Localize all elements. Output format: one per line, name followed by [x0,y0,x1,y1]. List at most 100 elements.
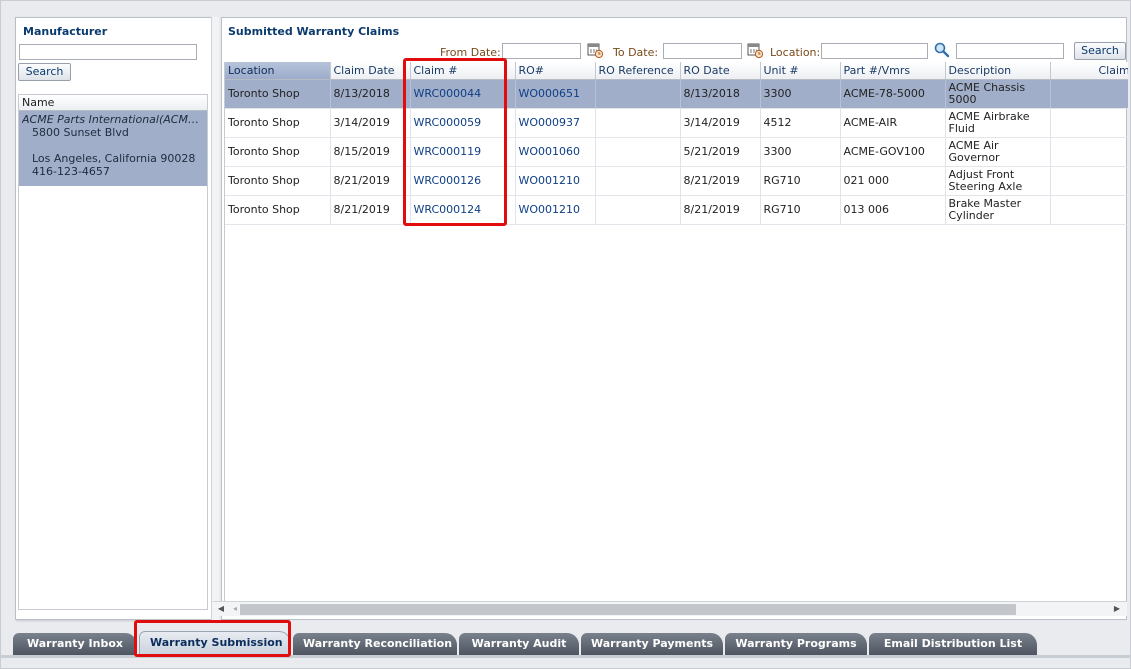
cell-description: ACME Airbrake Fluid [945,108,1051,138]
cell-ro-reference [595,195,681,225]
cell-claim-number: WRC000126 [410,166,516,196]
cell-ro-date: 8/21/2019 [680,195,761,225]
cell-claim-date: 8/21/2019 [330,195,411,225]
table-header-row: Location Claim Date Claim # RO# RO Refer… [225,62,1128,80]
column-header-ro-number[interactable]: RO# [515,62,596,80]
location-input[interactable] [821,43,928,59]
manufacturer-address2 [22,139,204,152]
to-date-label: To Date: [613,46,659,59]
manufacturer-name: ACME Parts International(ACME Par... [22,113,204,126]
tab-email-distribution-list[interactable]: Email Distribution List [869,633,1037,655]
cell-claim-amount [1050,195,1128,225]
table-row[interactable]: Toronto Shop 8/21/2019 WRC000126 WO001210 8/… [225,166,1128,196]
scrollbar-thumb[interactable] [240,604,1016,615]
cell-unit: RG710 [760,195,841,225]
module-tabs: Warranty Inbox Warranty Submission Warra… [7,631,1127,655]
table-row[interactable]: Toronto Shop 8/21/2019 WRC000124 WO001210 8/… [225,195,1128,225]
cell-ro-date: 8/21/2019 [680,166,761,196]
column-header-claim-number[interactable]: Claim # [410,62,516,80]
column-header-part[interactable]: Part #/Vmrs [840,62,946,80]
from-date-input[interactable] [502,43,581,59]
column-header-location[interactable]: Location [225,62,331,80]
cell-claim-amount: 8 [1050,79,1128,109]
ro-number-link[interactable]: WO000651 [519,87,581,100]
ro-number-link[interactable]: WO000937 [519,116,581,129]
calendar-icon[interactable] [746,41,764,59]
cell-ro-reference [595,79,681,109]
tab-warranty-inbox[interactable]: Warranty Inbox [13,633,137,655]
manufacturer-search-button[interactable]: Search [18,63,71,81]
claims-search-button[interactable]: Search [1074,42,1126,60]
table-row[interactable]: Toronto Shop 3/14/2019 WRC000059 WO000937 3/… [225,108,1128,138]
scroll-right-icon[interactable]: ▶ [1111,603,1123,615]
location-label: Location: [770,46,821,59]
claim-number-link[interactable]: WRC000119 [414,145,482,158]
splitter[interactable] [211,17,219,620]
claim-number-link[interactable]: WRC000124 [414,203,482,216]
manufacturer-phone: 416-123-4657 [32,165,110,178]
ro-number-link[interactable]: WO001210 [519,203,581,216]
cell-ro-reference [595,108,681,138]
calendar-icon[interactable] [586,41,604,59]
cell-part: 013 006 [840,195,946,225]
column-header-claim-amount[interactable]: Claim Am [1050,62,1128,80]
column-header-claim-date[interactable]: Claim Date [330,62,411,80]
search-icon[interactable] [933,41,951,59]
cell-location: Toronto Shop [225,195,331,225]
cell-claim-date: 3/14/2019 [330,108,411,138]
scroll-left-icon[interactable]: ◀ [215,603,227,615]
claim-number-link[interactable]: WRC000044 [414,87,482,100]
table-row[interactable]: Toronto Shop 8/15/2019 WRC000119 WO001060 5/… [225,137,1128,167]
tab-warranty-programs[interactable]: Warranty Programs [725,633,867,655]
cell-description: Adjust Front Steering Axle [945,166,1051,196]
ro-number-link[interactable]: WO001210 [519,174,581,187]
ro-number-link[interactable]: WO001060 [519,145,581,158]
manufacturer-list: Name ACME Parts International(ACME Par..… [18,94,208,610]
horizontal-scrollbar[interactable]: ◀ ◂ ▶ [213,601,1127,616]
cell-location: Toronto Shop [225,108,331,138]
cell-claim-amount: 4 [1050,137,1128,167]
cell-part: ACME-78-5000 [840,79,946,109]
cell-part: ACME-AIR [840,108,946,138]
manufacturer-search-input[interactable] [19,44,197,60]
manufacturer-panel: Manufacturer Search Name ACME Parts Inte… [15,17,212,620]
manufacturer-list-header[interactable]: Name [19,95,207,111]
claim-number-link[interactable]: WRC000126 [414,174,482,187]
column-header-ro-reference[interactable]: RO Reference [595,62,681,80]
cell-ro-date: 3/14/2019 [680,108,761,138]
claims-search-input[interactable] [956,43,1064,59]
manufacturer-city: Los Angeles, California 90028 [32,152,196,165]
manufacturer-list-item[interactable]: ACME Parts International(ACME Par... 580… [19,111,207,186]
cell-ro-reference [595,137,681,167]
cell-claim-date: 8/21/2019 [330,166,411,196]
cell-ro-date: 5/21/2019 [680,137,761,167]
cell-description: ACME Chassis 5000 [945,79,1051,109]
cell-claim-number: WRC000124 [410,195,516,225]
to-date-input[interactable] [663,43,742,59]
tab-strip-border [1,655,1131,658]
cell-claim-number: WRC000044 [410,79,516,109]
tab-warranty-audit[interactable]: Warranty Audit [459,633,579,655]
tab-warranty-reconciliation[interactable]: Warranty Reconciliation [293,633,457,655]
cell-description: ACME Air Governor [945,137,1051,167]
column-header-description[interactable]: Description [945,62,1051,80]
claim-number-link[interactable]: WRC000059 [414,116,482,129]
cell-unit: RG710 [760,166,841,196]
claims-title: Submitted Warranty Claims [228,25,400,38]
cell-claim-date: 8/15/2019 [330,137,411,167]
cell-location: Toronto Shop [225,79,331,109]
cell-claim-amount [1050,166,1128,196]
table-row[interactable]: Toronto Shop 8/13/2018 WRC000044 WO000651 8/… [225,79,1128,109]
cell-ro-date: 8/13/2018 [680,79,761,109]
cell-location: Toronto Shop [225,137,331,167]
tab-warranty-payments[interactable]: Warranty Payments [581,633,723,655]
column-header-ro-date[interactable]: RO Date [680,62,761,80]
cell-part: ACME-GOV100 [840,137,946,167]
column-header-unit[interactable]: Unit # [760,62,841,80]
cell-part: 021 000 [840,166,946,196]
cell-ro-number: WO000937 [515,108,596,138]
cell-unit: 3300 [760,137,841,167]
tab-warranty-submission[interactable]: Warranty Submission [139,631,291,655]
cell-unit: 3300 [760,79,841,109]
cell-ro-number: WO000651 [515,79,596,109]
